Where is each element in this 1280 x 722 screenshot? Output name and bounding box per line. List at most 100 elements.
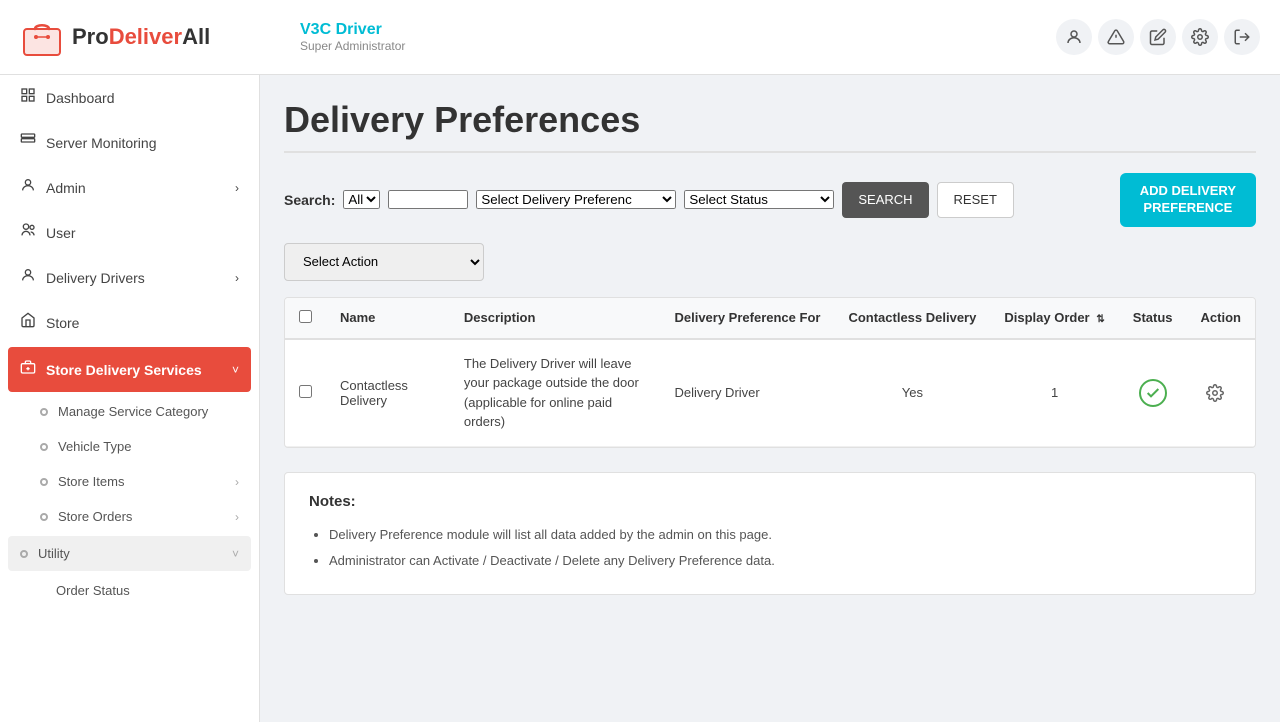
sidebar-label-server-monitoring: Server Monitoring (46, 135, 157, 151)
top-header: ProDeliverAll V3C Driver Super Administr… (0, 0, 1280, 75)
alert-icon[interactable] (1098, 19, 1134, 55)
row-checkbox[interactable] (299, 385, 312, 398)
sidebar-label-vehicle-type: Vehicle Type (58, 439, 131, 454)
chevron-store-delivery-icon: ˅ (232, 363, 239, 377)
action-select[interactable]: Select Action (284, 243, 484, 281)
row-contactless-delivery: Yes (834, 339, 990, 447)
sidebar-item-user[interactable]: User (0, 210, 259, 255)
chevron-admin-icon: › (235, 181, 239, 195)
sidebar-label-manage-service: Manage Service Category (58, 404, 208, 419)
delivery-preference-select[interactable]: Select Delivery Preferenc (476, 190, 676, 209)
th-description: Description (450, 298, 661, 339)
row-display-order: 1 (990, 339, 1118, 447)
sidebar-label-dashboard: Dashboard (46, 90, 115, 106)
server-monitoring-icon (20, 132, 36, 153)
sidebar-label-store-delivery: Store Delivery Services (46, 362, 202, 378)
sidebar-item-store-items[interactable]: Store Items › (0, 464, 259, 499)
th-display-order[interactable]: Display Order ⇅ (990, 298, 1118, 339)
row-status (1119, 339, 1187, 447)
search-label: Search: (284, 192, 335, 208)
store-icon (20, 312, 36, 333)
header-right (1056, 19, 1260, 55)
page-divider (284, 151, 1256, 153)
row-delivery-preference-for: Delivery Driver (660, 339, 834, 447)
th-contactless-delivery: Contactless Delivery (834, 298, 990, 339)
circle-manage-icon (40, 408, 48, 416)
logo-icon (20, 15, 64, 59)
sidebar-item-delivery-drivers[interactable]: Delivery Drivers › (0, 255, 259, 300)
status-select[interactable]: Select Status (684, 190, 834, 209)
search-all-select[interactable]: All (343, 190, 380, 209)
search-row: Search: All Select Delivery Preferenc Se… (284, 173, 1256, 227)
notes-list: Delivery Preference module will list all… (309, 522, 1231, 574)
status-active-icon[interactable] (1139, 379, 1167, 407)
action-gear-icon[interactable] (1201, 379, 1229, 407)
sidebar-item-vehicle-type[interactable]: Vehicle Type (0, 429, 259, 464)
search-left: Search: All Select Delivery Preferenc Se… (284, 182, 1014, 218)
th-display-order-label: Display Order (1004, 310, 1089, 325)
reset-button[interactable]: RESET (937, 182, 1014, 218)
search-input[interactable] (388, 190, 468, 209)
notes-title: Notes: (309, 493, 1231, 510)
th-status: Status (1119, 298, 1187, 339)
sidebar-label-store-items: Store Items (58, 474, 124, 489)
sidebar-label-user: User (46, 225, 76, 241)
edit-icon[interactable] (1140, 19, 1176, 55)
sidebar-item-dashboard[interactable]: Dashboard (0, 75, 259, 120)
chevron-delivery-icon: › (235, 271, 239, 285)
sidebar-label-store-orders: Store Orders (58, 509, 132, 524)
content-area: Delivery Preferences Search: All Select … (260, 75, 1280, 722)
sidebar-label-store: Store (46, 315, 79, 331)
search-button[interactable]: SEARCH (842, 182, 928, 218)
store-delivery-icon (20, 359, 36, 380)
row-checkbox-cell (285, 339, 326, 447)
power-icon[interactable] (1224, 19, 1260, 55)
notes-box: Notes: Delivery Preference module will l… (284, 472, 1256, 595)
circle-utility-icon (20, 550, 28, 558)
dashboard-icon (20, 87, 36, 108)
circle-items-icon (40, 478, 48, 486)
header-center: V3C Driver Super Administrator (280, 21, 1056, 53)
sidebar-item-store[interactable]: Store (0, 300, 259, 345)
sidebar: Dashboard Server Monitoring Admin › User (0, 75, 260, 722)
delivery-drivers-icon (20, 267, 36, 288)
user-icon[interactable] (1056, 19, 1092, 55)
table-header-row: Name Description Delivery Preference For… (285, 298, 1255, 339)
sidebar-item-store-delivery-services[interactable]: Store Delivery Services ˅ (8, 347, 251, 392)
chevron-utility-icon: ˅ (232, 547, 239, 561)
row-action (1187, 339, 1255, 447)
sidebar-item-utility[interactable]: Utility ˅ (8, 536, 251, 571)
header-title: V3C Driver (300, 21, 1056, 39)
sidebar-item-store-orders[interactable]: Store Orders › (0, 499, 259, 534)
action-row: Select Action (284, 243, 1256, 281)
sort-icon: ⇅ (1094, 314, 1105, 325)
th-action: Action (1187, 298, 1255, 339)
circle-orders-icon (40, 513, 48, 521)
sidebar-label-admin: Admin (46, 180, 86, 196)
main-layout: Dashboard Server Monitoring Admin › User (0, 75, 1280, 722)
notes-item-2: Administrator can Activate / Deactivate … (329, 548, 1231, 574)
settings-icon[interactable] (1182, 19, 1218, 55)
sidebar-item-server-monitoring[interactable]: Server Monitoring (0, 120, 259, 165)
th-delivery-preference-for: Delivery Preference For (660, 298, 834, 339)
sidebar-item-admin[interactable]: Admin › (0, 165, 259, 210)
header-subtitle: Super Administrator (300, 39, 1056, 53)
circle-vehicle-icon (40, 443, 48, 451)
row-description: The Delivery Driver will leave your pack… (450, 339, 661, 447)
select-all-checkbox[interactable] (299, 310, 312, 323)
chevron-store-items-icon: › (235, 475, 239, 489)
sidebar-item-manage-service-category[interactable]: Manage Service Category (0, 394, 259, 429)
th-checkbox (285, 298, 326, 339)
sidebar-label-order-status: Order Status (56, 583, 130, 598)
row-name: Contactless Delivery (326, 339, 450, 447)
notes-item-1: Delivery Preference module will list all… (329, 522, 1231, 548)
user-sidebar-icon (20, 222, 36, 243)
sidebar-item-order-status[interactable]: Order Status (0, 573, 259, 608)
th-name: Name (326, 298, 450, 339)
table-row: Contactless Delivery The Delivery Driver… (285, 339, 1255, 447)
data-table: Name Description Delivery Preference For… (284, 297, 1256, 448)
logo-area: ProDeliverAll (20, 15, 280, 59)
add-delivery-preference-button[interactable]: ADD DELIVERY PREFERENCE (1120, 173, 1256, 227)
logo-text: ProDeliverAll (72, 24, 210, 50)
page-title: Delivery Preferences (284, 99, 1256, 141)
